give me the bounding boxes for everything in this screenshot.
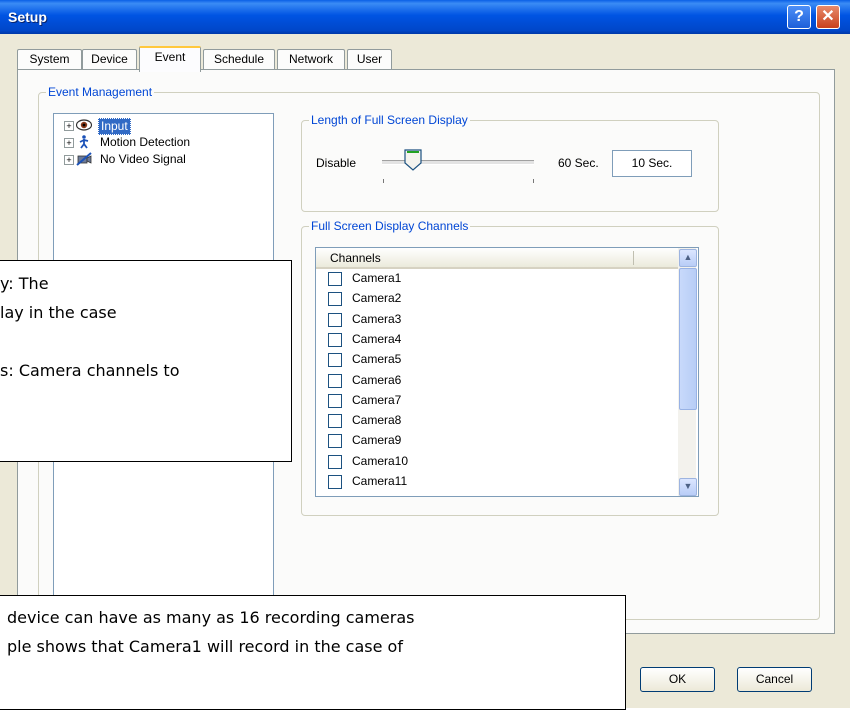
channel-checkbox[interactable] xyxy=(328,373,342,388)
eye-icon xyxy=(76,119,92,131)
channel-checkbox[interactable] xyxy=(328,414,342,429)
channel-label: Camera10 xyxy=(352,453,409,468)
ok-button[interactable]: OK xyxy=(640,667,715,692)
channel-checkbox[interactable] xyxy=(328,454,342,469)
slider-thumb[interactable] xyxy=(403,149,423,171)
tree-item-label: Motion Detection xyxy=(100,135,191,149)
expand-icon[interactable]: + xyxy=(64,155,74,165)
max-value-label: 60 Sec. xyxy=(558,156,599,170)
tab-event[interactable]: Event xyxy=(139,46,201,72)
no-camera-icon xyxy=(76,152,92,166)
callout-top: y: The lay in the case s: Camera channel… xyxy=(0,260,292,462)
channel-checkbox[interactable] xyxy=(328,332,342,347)
expand-icon[interactable]: + xyxy=(64,138,74,148)
scroll-thumb[interactable] xyxy=(679,268,697,410)
channel-checkbox[interactable] xyxy=(328,393,342,408)
help-button[interactable]: ? xyxy=(787,5,811,29)
scroll-down-icon[interactable]: ▼ xyxy=(679,478,697,496)
channel-checkbox[interactable] xyxy=(328,434,342,449)
channels-group-label: Full Screen Display Channels xyxy=(309,219,471,233)
slider-tick xyxy=(533,179,534,183)
channel-checkbox[interactable] xyxy=(328,312,342,327)
title-bar[interactable]: Setup ? ✕ xyxy=(0,0,850,34)
close-icon: ✕ xyxy=(821,8,835,25)
channel-checkbox[interactable] xyxy=(328,292,342,307)
channel-checkbox[interactable] xyxy=(328,353,342,368)
channel-label: Camera5 xyxy=(352,352,402,367)
channels-list[interactable]: Channels Camera1 Camera2 Camera3 Camera4 Cam… xyxy=(315,247,699,497)
callout-top-line1: y: The xyxy=(0,274,49,293)
callout-bottom: device can have as many as 16 recording … xyxy=(0,595,626,710)
running-person-icon xyxy=(79,135,89,149)
channel-checkbox[interactable] xyxy=(328,475,342,489)
callout-top-line2: lay in the case xyxy=(0,303,117,322)
full-screen-length-label: Length of Full Screen Display xyxy=(309,113,470,127)
tree-item-label: Input xyxy=(98,118,131,135)
disable-label: Disable xyxy=(316,156,357,170)
channel-label: Camera3 xyxy=(352,311,402,326)
tree-item-label: No Video Signal xyxy=(100,152,186,166)
column-separator[interactable] xyxy=(633,251,634,265)
scroll-up-icon[interactable]: ▲ xyxy=(679,249,697,267)
tab-device[interactable]: Device xyxy=(82,49,137,70)
close-button[interactable]: ✕ xyxy=(816,5,840,29)
callout-bottom-line2: ple shows that Camera1 will record in th… xyxy=(7,637,403,656)
channel-label: Camera7 xyxy=(352,392,402,407)
event-management-label: Event Management xyxy=(46,85,155,99)
window-title: Setup xyxy=(8,9,47,25)
help-icon: ? xyxy=(794,8,804,25)
channel-label: Camera1 xyxy=(352,271,402,285)
channel-label: Camera6 xyxy=(352,372,402,387)
expand-icon[interactable]: + xyxy=(64,121,74,131)
tab-network[interactable]: Network xyxy=(277,49,345,70)
channels-column-header: Channels xyxy=(330,251,381,265)
channel-label: Camera11 xyxy=(352,474,408,488)
length-value-field[interactable]: 10 Sec. xyxy=(612,150,692,177)
setup-window: Setup ? ✕ System Device Event Schedule N… xyxy=(0,0,850,710)
channels-list-header[interactable]: Channels xyxy=(316,248,678,269)
callout-top-line3: s: Camera channels to xyxy=(0,361,180,380)
slider-tick xyxy=(383,179,384,183)
tab-schedule[interactable]: Schedule xyxy=(203,49,275,70)
cancel-button[interactable]: Cancel xyxy=(737,667,812,692)
channel-label: Camera8 xyxy=(352,413,402,428)
tab-user[interactable]: User xyxy=(347,49,392,70)
tab-system[interactable]: System xyxy=(17,49,82,70)
channel-label: Camera9 xyxy=(352,433,402,448)
callout-bottom-line1: device can have as many as 16 recording … xyxy=(7,608,415,627)
channel-label: Camera2 xyxy=(352,291,402,306)
vertical-scrollbar[interactable]: ▲ ▼ xyxy=(678,248,697,496)
channel-label: Camera4 xyxy=(352,331,402,346)
channel-checkbox[interactable] xyxy=(328,272,342,286)
